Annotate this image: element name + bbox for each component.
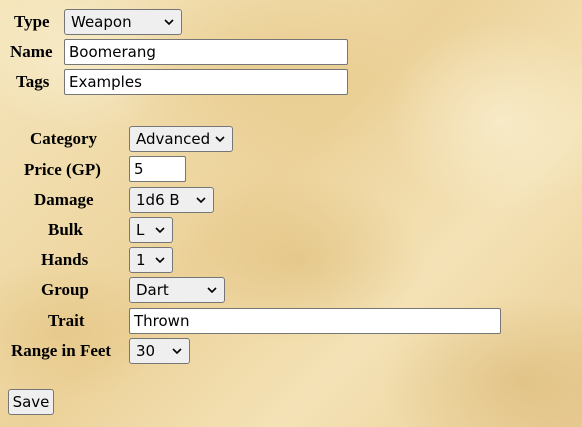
category-select-value: Advanced: [136, 130, 211, 148]
chevron-down-icon: [196, 197, 206, 204]
damage-select[interactable]: 1d6 B: [129, 187, 214, 213]
chevron-down-icon: [155, 227, 165, 234]
chevron-down-icon: [207, 287, 217, 294]
hands-label: Hands: [41, 250, 89, 269]
type-select-value: Weapon: [71, 13, 132, 31]
type-select[interactable]: Weapon: [64, 9, 182, 35]
bulk-label: Bulk: [48, 220, 83, 239]
range-select[interactable]: 30: [129, 338, 190, 364]
tags-input[interactable]: Examples: [64, 69, 348, 95]
trait-input[interactable]: Thrown: [129, 308, 501, 334]
price-input[interactable]: 5: [129, 156, 186, 182]
price-label: Price (GP): [24, 160, 101, 179]
bulk-select[interactable]: L: [129, 217, 173, 243]
category-select[interactable]: Advanced: [129, 126, 233, 152]
hands-select-value: 1: [136, 251, 146, 269]
category-label: Category: [30, 129, 98, 148]
name-label: Name: [10, 42, 53, 61]
bulk-select-value: L: [136, 221, 145, 239]
range-select-value: 30: [136, 342, 156, 360]
damage-select-value: 1d6 B: [136, 191, 180, 209]
damage-label: Damage: [34, 190, 94, 209]
tags-label: Tags: [16, 72, 50, 91]
chevron-down-icon: [164, 19, 174, 26]
group-select[interactable]: Dart: [129, 277, 225, 303]
chevron-down-icon: [215, 136, 225, 143]
trait-label: Trait: [48, 311, 85, 330]
range-label: Range in Feet: [11, 341, 112, 360]
group-label: Group: [41, 280, 89, 299]
chevron-down-icon: [172, 348, 182, 355]
type-label: Type: [14, 12, 50, 31]
hands-select[interactable]: 1: [129, 247, 173, 273]
save-button[interactable]: Save: [8, 389, 54, 415]
chevron-down-icon: [155, 257, 165, 264]
group-select-value: Dart: [136, 281, 169, 299]
name-input[interactable]: Boomerang: [64, 39, 348, 65]
